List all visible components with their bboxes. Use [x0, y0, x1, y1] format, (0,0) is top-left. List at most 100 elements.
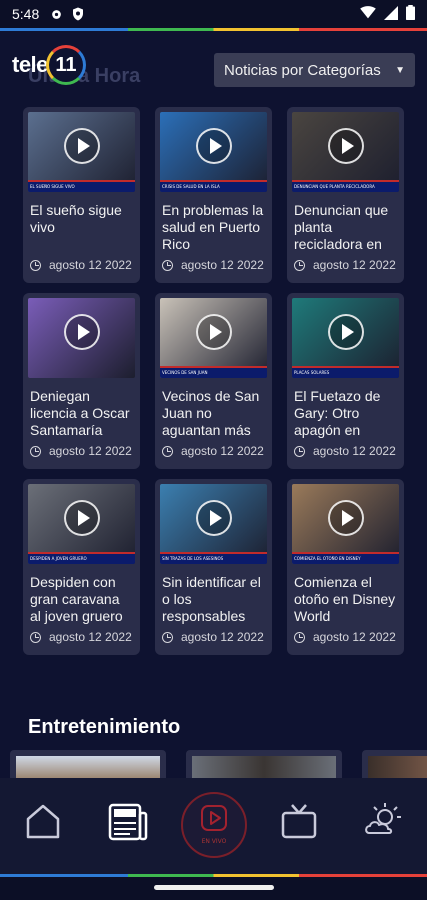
wifi-icon: [360, 6, 376, 22]
news-date: agosto 12 2022: [162, 258, 264, 272]
shield-icon: [71, 7, 85, 21]
play-icon[interactable]: [195, 499, 232, 536]
app-header: Última Hora tele 11 Noticias por Categor…: [0, 31, 427, 101]
status-bar: 5:48: [0, 0, 427, 28]
news-card[interactable]: PLACAS SOLARES El Fuetazo de Gary: Otro a…: [287, 293, 404, 469]
news-caption: PLACAS SOLARES: [292, 368, 399, 378]
play-icon[interactable]: [195, 313, 232, 350]
news-date: agosto 12 2022: [162, 444, 264, 458]
play-icon[interactable]: [63, 313, 100, 350]
news-card[interactable]: DESPIDEN A JOVEN GRUERO Despiden con gran…: [23, 479, 140, 655]
news-caption: SIN TRAZAS DE LOS ASESINOS: [160, 554, 267, 564]
news-date-text: agosto 12 2022: [313, 258, 396, 272]
nav-tv[interactable]: [276, 800, 322, 846]
play-icon[interactable]: [195, 127, 232, 164]
nav-weather[interactable]: [360, 800, 406, 846]
news-date: agosto 12 2022: [294, 258, 396, 272]
clock-icon: [162, 631, 173, 643]
tv-icon: [279, 801, 319, 846]
news-thumbnail: VECINOS DE SAN JUAN: [160, 298, 267, 378]
live-tv-button[interactable]: EN VIVO: [181, 792, 247, 858]
cell-signal-icon: [384, 5, 398, 23]
news-thumbnail: EL SUEÑO SIGUE VIVO: [28, 112, 135, 192]
play-icon[interactable]: [327, 127, 364, 164]
news-caption: DENUNCIAN QUE PLANTA RECICLADORA: [292, 182, 399, 192]
nav-home[interactable]: [20, 800, 66, 846]
weather-icon: [361, 799, 405, 848]
news-title: Denuncian que planta recicladora en Caro…: [294, 202, 389, 254]
play-icon[interactable]: [327, 499, 364, 536]
news-date-text: agosto 12 2022: [181, 630, 264, 644]
clock-icon: [294, 259, 305, 271]
news-card[interactable]: VECINOS DE SAN JUAN Vecinos de San Juan n…: [155, 293, 272, 469]
category-dropdown-value: Noticias por Categorías: [224, 61, 381, 79]
clock-icon: [294, 631, 305, 643]
battery-icon: [406, 5, 415, 23]
live-label: EN VIVO: [201, 838, 227, 845]
news-card[interactable]: Deniegan licencia a Oscar Santamaría agos…: [23, 293, 140, 469]
news-date-text: agosto 12 2022: [313, 630, 396, 644]
news-title: En problemas la salud en Puerto Rico: [162, 202, 264, 252]
logo-ring: 11: [45, 45, 86, 85]
news-date-text: agosto 12 2022: [181, 258, 264, 272]
news-card[interactable]: EL SUEÑO SIGUE VIVO El sueño sigue vivo ag…: [23, 107, 140, 283]
news-card[interactable]: COMIENZA EL OTOÑO EN DISNEY Comienza el o…: [287, 479, 404, 655]
nav-news[interactable]: [105, 800, 151, 846]
news-thumbnail: DESPIDEN A JOVEN GRUERO: [28, 484, 135, 564]
news-title: El sueño sigue vivo: [30, 202, 122, 235]
play-icon[interactable]: [63, 127, 100, 164]
news-title: Sin identificar el o los responsables de…: [162, 574, 261, 626]
news-grid: EL SUEÑO SIGUE VIVO El sueño sigue vivo ag…: [23, 107, 404, 655]
news-date: agosto 12 2022: [294, 630, 396, 644]
clock-icon: [30, 445, 41, 457]
news-date-text: agosto 12 2022: [49, 444, 132, 458]
news-caption: EL SUEÑO SIGUE VIVO: [28, 182, 135, 192]
news-thumbnail: CRISIS DE SALUD EN LA ISLA: [160, 112, 267, 192]
system-gesture-area: [0, 877, 427, 900]
news-thumbnail: [28, 298, 135, 378]
newspaper-icon: [106, 799, 150, 848]
news-thumbnail: DENUNCIAN QUE PLANTA RECICLADORA: [292, 112, 399, 192]
news-card[interactable]: SIN TRAZAS DE LOS ASESINOS Sin identifica…: [155, 479, 272, 655]
bottom-navigation: EN VIVO: [0, 778, 427, 874]
clock-icon: [30, 631, 41, 643]
news-caption: CRISIS DE SALUD EN LA ISLA: [160, 182, 267, 192]
news-date-text: agosto 12 2022: [181, 444, 264, 458]
chevron-down-icon: ▼: [395, 64, 405, 76]
news-date: agosto 12 2022: [162, 630, 264, 644]
clock-icon: [162, 445, 173, 457]
tele11-logo[interactable]: tele 11: [12, 45, 86, 85]
status-time: 5:48: [12, 6, 40, 22]
home-icon: [23, 801, 63, 846]
news-caption: DESPIDEN A JOVEN GRUERO: [28, 554, 135, 564]
settings-gear-icon: [49, 7, 63, 21]
logo-text: tele: [12, 52, 48, 77]
play-icon[interactable]: [63, 499, 100, 536]
news-date: agosto 12 2022: [30, 258, 132, 272]
news-date: agosto 12 2022: [294, 444, 396, 458]
home-gesture-bar[interactable]: [154, 885, 274, 890]
news-date-text: agosto 12 2022: [49, 630, 132, 644]
play-icon: [201, 805, 227, 836]
news-caption: COMIENZA EL OTOÑO EN DISNEY: [292, 554, 399, 564]
section-title-entretenimiento: Entretenimiento: [28, 716, 181, 738]
clock-icon: [294, 445, 305, 457]
category-dropdown[interactable]: Noticias por Categorías ▼: [214, 53, 415, 87]
news-caption: VECINOS DE SAN JUAN: [160, 368, 267, 378]
news-date-text: agosto 12 2022: [313, 444, 396, 458]
news-title: El Fuetazo de Gary: Otro apagón en Puert…: [294, 388, 381, 440]
clock-icon: [30, 259, 41, 271]
news-title: Comienza el otoño en Disney World: [294, 574, 396, 624]
news-title: Despiden con gran caravana al joven grue…: [30, 574, 123, 626]
news-thumbnail: PLACAS SOLARES: [292, 298, 399, 378]
news-title: Vecinos de San Juan no aguantan más la p…: [162, 388, 260, 440]
news-date: agosto 12 2022: [30, 630, 132, 644]
news-date-text: agosto 12 2022: [49, 258, 132, 272]
news-thumbnail: SIN TRAZAS DE LOS ASESINOS: [160, 484, 267, 564]
news-card[interactable]: DENUNCIAN QUE PLANTA RECICLADORA Denuncia…: [287, 107, 404, 283]
play-icon[interactable]: [327, 313, 364, 350]
clock-icon: [162, 259, 173, 271]
logo-number: 11: [55, 53, 77, 76]
news-title: Deniegan licencia a Oscar Santamaría: [30, 388, 130, 438]
news-card[interactable]: CRISIS DE SALUD EN LA ISLA En problemas l…: [155, 107, 272, 283]
